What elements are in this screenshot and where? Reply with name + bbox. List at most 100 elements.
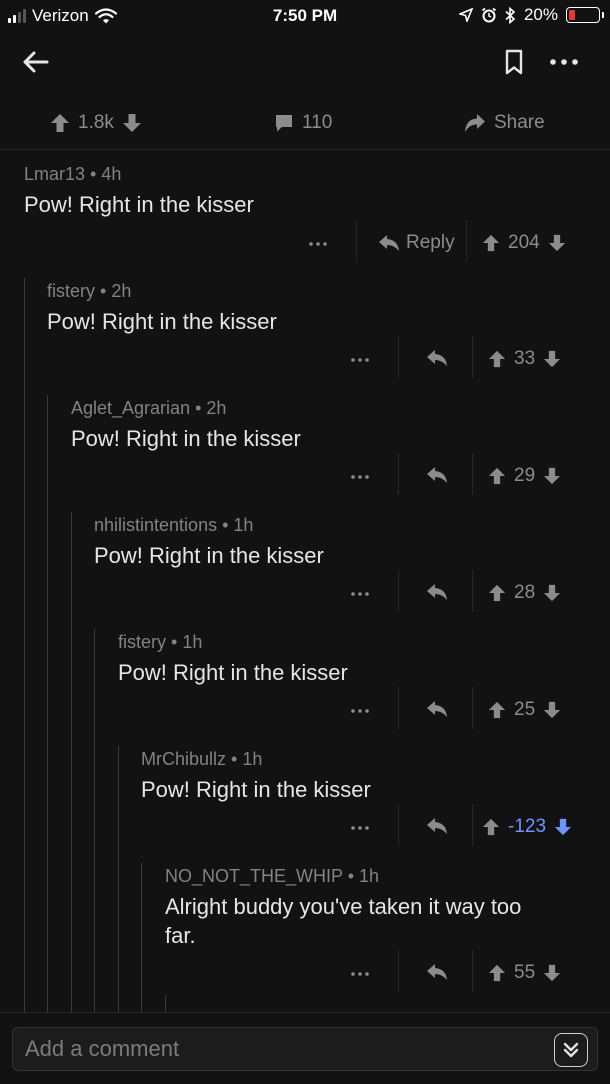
post-score: 1.8k	[78, 112, 114, 133]
comment: MrChibullz • 1h Pow! Right in the kisser…	[0, 749, 610, 849]
reply-arrow-icon	[379, 235, 399, 251]
comment-score: 25	[514, 699, 536, 720]
comment-body: Pow! Right in the kisser	[141, 777, 371, 802]
comment-author[interactable]: NO_NOT_THE_WHIP	[165, 866, 343, 886]
comment-author[interactable]: Aglet_Agrarian	[71, 398, 190, 418]
nav-bar	[0, 34, 610, 90]
more-options-icon[interactable]	[348, 962, 372, 986]
reply-arrow-icon[interactable]	[426, 583, 448, 601]
divider	[472, 950, 473, 992]
thread-line	[165, 995, 166, 1012]
comment-meta: fistery • 1h	[118, 632, 203, 652]
comment-score: 204	[508, 232, 540, 253]
status-right: 20%	[458, 5, 604, 25]
downvote-arrow-icon[interactable]	[543, 467, 561, 485]
comment-author[interactable]: fistery	[118, 632, 166, 652]
comment-age: 2h	[206, 398, 227, 418]
bluetooth-icon	[505, 6, 516, 24]
reply-arrow-icon[interactable]	[426, 349, 448, 367]
comment: Aglet_Agrarian • 2h Pow! Right in the ki…	[0, 398, 610, 498]
upvote-arrow-icon[interactable]	[488, 584, 506, 602]
comment-body: Pow! Right in the kisser	[24, 192, 254, 217]
comment-meta: MrChibullz • 1h	[141, 749, 263, 769]
divider	[398, 804, 399, 846]
alarm-icon	[481, 7, 497, 23]
share-arrow-icon	[465, 114, 485, 132]
more-options-icon[interactable]	[546, 48, 582, 76]
comment-meta: NO_NOT_THE_WHIP • 1h	[165, 866, 380, 886]
divider	[472, 570, 473, 612]
more-options-icon[interactable]	[348, 348, 372, 372]
divider	[472, 336, 473, 378]
divider	[398, 687, 399, 729]
divider	[356, 220, 357, 262]
upvote-arrow-icon[interactable]	[482, 818, 500, 836]
comment-score: 29	[514, 465, 536, 486]
comment-vote-group: 55	[488, 962, 561, 984]
more-options-icon[interactable]	[348, 582, 372, 606]
back-arrow-icon[interactable]	[20, 46, 52, 78]
comment-score: -123	[508, 816, 547, 837]
downvote-arrow-icon[interactable]	[548, 234, 566, 252]
divider	[472, 453, 473, 495]
upvote-arrow-icon[interactable]	[488, 350, 506, 368]
comment-age: 1h	[233, 515, 254, 535]
comment: fistery • 1h Pow! Right in the kisser 25	[0, 632, 610, 732]
post-vote-group: 1.8k	[50, 112, 142, 134]
add-comment-input[interactable]	[12, 1027, 598, 1071]
more-options-icon[interactable]	[348, 816, 372, 840]
battery-icon	[566, 7, 604, 23]
reply-arrow-icon[interactable]	[426, 466, 448, 484]
comment-author[interactable]: Lmar13	[24, 164, 85, 184]
comment-age: 1h	[359, 866, 380, 886]
share-button[interactable]: Share	[464, 112, 545, 134]
comment-author[interactable]: fistery	[47, 281, 95, 301]
divider	[466, 220, 467, 262]
upvote-arrow-icon[interactable]	[50, 113, 70, 133]
comment-age: 1h	[182, 632, 203, 652]
comment-author[interactable]: nhilistintentions	[94, 515, 217, 535]
comment-meta: Lmar13 • 4h	[24, 164, 122, 184]
share-label: Share	[494, 112, 545, 133]
comment-vote-group: 29	[488, 465, 561, 487]
upvote-arrow-icon[interactable]	[488, 964, 506, 982]
divider	[398, 453, 399, 495]
reply-button[interactable]: Reply	[378, 232, 455, 254]
upvote-arrow-icon[interactable]	[488, 701, 506, 719]
downvote-arrow-icon[interactable]	[554, 818, 572, 836]
comment-vote-group: 204	[482, 232, 566, 254]
downvote-arrow-icon[interactable]	[543, 350, 561, 368]
upvote-arrow-icon[interactable]	[482, 234, 500, 252]
reply-arrow-icon[interactable]	[426, 963, 448, 981]
comment: fistery • 2h Pow! Right in the kisser 33	[0, 281, 610, 381]
upvote-arrow-icon[interactable]	[488, 467, 506, 485]
comment: Lmar13 • 4h Pow! Right in the kisser Rep…	[0, 164, 610, 264]
more-options-icon[interactable]	[348, 699, 372, 723]
comment-vote-group: 28	[488, 582, 561, 604]
post-action-bar: 1.8k 110 Share	[0, 100, 610, 150]
downvote-arrow-icon[interactable]	[543, 964, 561, 982]
comments-count-button[interactable]: 110	[274, 112, 332, 134]
comment: NO_NOT_THE_WHIP • 1h Alright buddy you'v…	[0, 866, 610, 996]
downvote-arrow-icon[interactable]	[122, 113, 142, 133]
collapse-keyboard-button[interactable]	[554, 1033, 588, 1067]
comment-bubble-icon	[276, 115, 292, 132]
divider	[472, 804, 473, 846]
comment-meta: nhilistintentions • 1h	[94, 515, 254, 535]
comment-meta: Aglet_Agrarian • 2h	[71, 398, 227, 418]
comment-author[interactable]: MrChibullz	[141, 749, 226, 769]
reply-label: Reply	[406, 232, 455, 253]
downvote-arrow-icon[interactable]	[543, 584, 561, 602]
comment-body: Pow! Right in the kisser	[118, 660, 348, 685]
reply-arrow-icon[interactable]	[426, 700, 448, 718]
more-options-icon[interactable]	[306, 232, 330, 256]
downvote-arrow-icon[interactable]	[543, 701, 561, 719]
bookmark-icon[interactable]	[500, 48, 528, 76]
more-options-icon[interactable]	[348, 465, 372, 489]
battery-percent: 20%	[523, 5, 558, 24]
divider	[398, 570, 399, 612]
comment-age: 1h	[242, 749, 263, 769]
comment-vote-group: 25	[488, 699, 561, 721]
reply-arrow-icon[interactable]	[426, 817, 448, 835]
comment-score: 55	[514, 962, 536, 983]
